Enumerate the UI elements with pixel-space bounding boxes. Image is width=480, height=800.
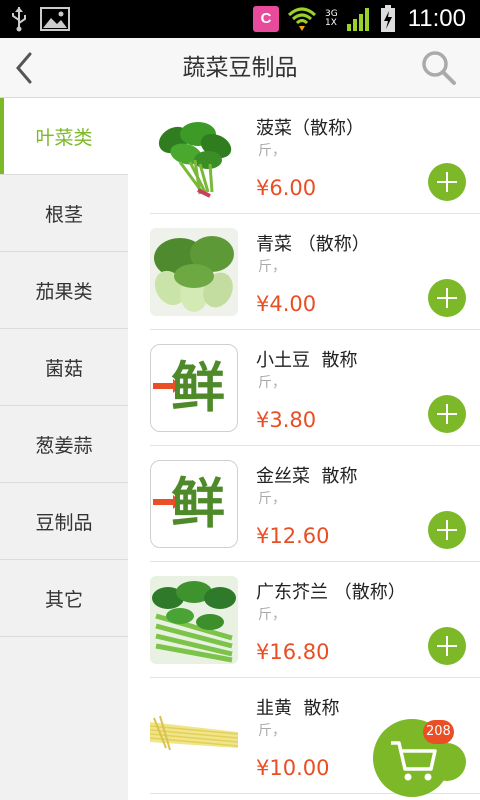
category-label: 菌菇 (44, 357, 83, 380)
product-list: 菠菜（散称） 斤， ¥6.00 青菜 （散称） 斤， ¥4.00 鲜 小土豆 散… (128, 98, 480, 800)
category-tofu[interactable]: 豆制品 (0, 483, 128, 560)
product-image-bok-choy (150, 228, 238, 316)
product-image-placeholder: 鲜 (150, 344, 238, 432)
category-other[interactable]: 其它 (0, 560, 128, 637)
add-to-cart-button[interactable] (428, 163, 466, 201)
add-to-cart-button[interactable] (428, 395, 466, 433)
product-image-placeholder: 鲜 (150, 460, 238, 548)
product-name: 韭黄 散称 (256, 698, 340, 719)
product-item[interactable]: 鲜 金丝菜 散称 斤， ¥12.60 (150, 446, 480, 562)
category-roots[interactable]: 根茎 (0, 175, 128, 252)
product-image-yellow-chives (150, 692, 238, 780)
network-type-label: 3G 1X (325, 9, 338, 28)
category-aromatics[interactable]: 葱姜蒜 (0, 406, 128, 483)
category-label: 葱姜蒜 (35, 434, 93, 457)
app-notification-icon: C (253, 6, 280, 32)
product-name: 青菜 （散称） (256, 234, 370, 255)
product-item[interactable]: 青菜 （散称） 斤， ¥4.00 (150, 214, 480, 330)
status-bar: C 3G 1X 11:00 (0, 0, 480, 38)
logo-text: 鲜 (171, 472, 225, 535)
gallery-icon (40, 7, 70, 31)
product-unit: 斤， (258, 375, 286, 391)
product-name: 金丝菜 散称 (256, 466, 358, 487)
product-unit: 斤， (258, 723, 286, 739)
product-unit: 斤， (258, 607, 286, 623)
product-price: ¥12.60 (256, 524, 330, 548)
fresh-logo-icon: 鲜 (150, 344, 238, 432)
product-name: 广东芥兰 （散称） (256, 582, 406, 603)
category-label: 茄果类 (35, 280, 93, 303)
product-price: ¥4.00 (256, 292, 317, 316)
product-item[interactable]: 菠菜（散称） 斤， ¥6.00 (150, 98, 480, 214)
product-unit: 斤， (258, 143, 286, 159)
category-label: 叶菜类 (35, 126, 93, 149)
search-button[interactable] (420, 49, 458, 87)
add-to-cart-button[interactable] (428, 511, 466, 549)
page-title: 蔬菜豆制品 (182, 55, 298, 81)
signal-icon (346, 8, 369, 31)
cart-count-badge: 208 (423, 720, 454, 744)
product-price: ¥16.80 (256, 640, 330, 664)
product-price: ¥10.00 (256, 756, 330, 780)
usb-icon (12, 7, 26, 32)
product-unit: 斤， (258, 259, 286, 275)
product-image-spinach (150, 112, 238, 200)
category-label: 豆制品 (35, 511, 93, 534)
logo-text: 鲜 (171, 356, 225, 419)
product-image-gai-lan (150, 576, 238, 664)
category-label: 其它 (44, 588, 83, 611)
category-mushrooms[interactable]: 菌菇 (0, 329, 128, 406)
category-leafy[interactable]: 叶菜类 (0, 98, 128, 175)
search-icon (422, 51, 456, 85)
product-item[interactable]: 广东芥兰 （散称） 斤， ¥16.80 (150, 562, 480, 678)
battery-charging-icon (380, 5, 395, 32)
product-price: ¥3.80 (256, 408, 317, 432)
product-price: ¥6.00 (256, 176, 317, 200)
add-to-cart-button[interactable] (428, 279, 466, 317)
product-item[interactable]: 鲜 小土豆 散称 斤， ¥3.80 (150, 330, 480, 446)
category-fruit-veg[interactable]: 茄果类 (0, 252, 128, 329)
product-name: 小土豆 散称 (256, 350, 358, 371)
category-label: 根茎 (44, 203, 83, 226)
wifi-icon (287, 7, 317, 31)
product-name: 菠菜（散称） (256, 118, 364, 139)
add-to-cart-button[interactable] (428, 627, 466, 665)
product-unit: 斤， (258, 491, 286, 507)
clock: 11:00 (407, 5, 466, 32)
fresh-logo-icon: 鲜 (150, 460, 238, 548)
category-sidebar: 叶菜类 根茎 茄果类 菌菇 葱姜蒜 豆制品 其它 (0, 98, 128, 800)
app-header: 蔬菜豆制品 (0, 38, 480, 98)
